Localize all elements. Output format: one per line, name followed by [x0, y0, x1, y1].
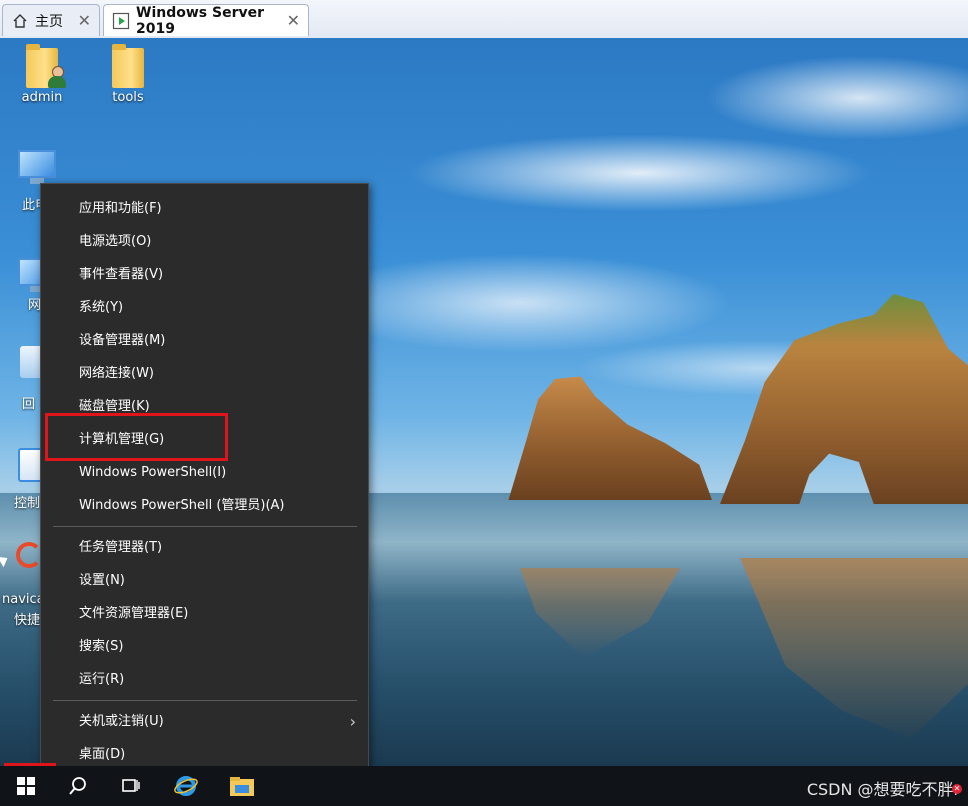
internet-explorer-button[interactable] [162, 766, 210, 806]
vm-window: 主页 ✕ Windows Server 2019 ✕ admin tools 此… [0, 0, 968, 806]
desktop-icon-label: tools [112, 90, 144, 105]
menu-item-search[interactable]: 搜索(S) [41, 630, 368, 663]
highlight-box-computer-management [45, 413, 228, 461]
desktop-icon-label: 快捷 [14, 613, 41, 628]
menu-item-run[interactable]: 运行(R) [41, 663, 368, 696]
tab-home-label: 主页 [35, 13, 63, 30]
tab-windows-server-label: Windows Server 2019 [136, 4, 264, 37]
tab-home[interactable]: 主页 ✕ [2, 4, 100, 36]
navicat-icon[interactable] [16, 542, 42, 568]
menu-item-label: 关机或注销(U) [79, 714, 164, 729]
menu-item-shutdown-signout[interactable]: 关机或注销(U) › [41, 705, 368, 738]
task-view-icon [122, 779, 140, 792]
search-button[interactable] [54, 766, 102, 806]
folder-icon [108, 44, 148, 88]
menu-item-power-options[interactable]: 电源选项(O) [41, 225, 368, 258]
menu-item-task-manager[interactable]: 任务管理器(T) [41, 531, 368, 564]
wallpaper-rock-arch [720, 294, 968, 504]
task-view-button[interactable] [107, 766, 155, 806]
desktop-icon-admin[interactable]: admin [11, 44, 73, 105]
ie-icon [174, 776, 198, 796]
wallpaper-rock-small [508, 376, 712, 500]
menu-item-powershell-admin[interactable]: Windows PowerShell (管理员)(A) [41, 489, 368, 522]
start-context-menu: 应用和功能(F) 电源选项(O) 事件查看器(V) 系统(Y) 设备管理器(M)… [40, 183, 369, 779]
file-explorer-icon [230, 777, 254, 796]
search-icon [69, 777, 86, 795]
this-pc-icon[interactable] [18, 146, 56, 184]
tab-close-icon[interactable]: ✕ [287, 11, 300, 30]
menu-item-file-explorer[interactable]: 文件资源管理器(E) [41, 597, 368, 630]
vm-icon [112, 12, 130, 30]
menu-item-apps-features[interactable]: 应用和功能(F) [41, 192, 368, 225]
desktop-icon-tools[interactable]: tools [97, 44, 159, 105]
menu-item-event-viewer[interactable]: 事件查看器(V) [41, 258, 368, 291]
desktop-icon-label: 控制 [14, 496, 41, 511]
chevron-right-icon: › [349, 712, 356, 731]
menu-separator [53, 700, 357, 701]
desktop-icon-label: admin [21, 90, 63, 105]
csdn-watermark: CSDN @想要吃不胖ı [806, 780, 958, 799]
tray-error-icon[interactable]: ✕ [952, 784, 962, 794]
menu-item-device-manager[interactable]: 设备管理器(M) [41, 324, 368, 357]
home-icon [11, 12, 29, 30]
start-icon [17, 777, 35, 795]
user-folder-icon [22, 44, 66, 88]
desktop-icon-label: navica [2, 592, 45, 607]
vm-tab-bar: 主页 ✕ Windows Server 2019 ✕ [0, 0, 968, 39]
file-explorer-button[interactable] [218, 766, 266, 806]
menu-item-settings[interactable]: 设置(N) [41, 564, 368, 597]
taskbar: CSDN @想要吃不胖ı ✕ [0, 766, 968, 806]
tab-home-close-icon[interactable]: ✕ [78, 11, 91, 30]
start-button[interactable] [2, 766, 50, 806]
menu-separator [53, 526, 357, 527]
tab-windows-server[interactable]: Windows Server 2019 ✕ [103, 4, 309, 37]
menu-item-network-connections[interactable]: 网络连接(W) [41, 357, 368, 390]
menu-item-system[interactable]: 系统(Y) [41, 291, 368, 324]
desktop-icon-label: 回 [22, 397, 36, 412]
